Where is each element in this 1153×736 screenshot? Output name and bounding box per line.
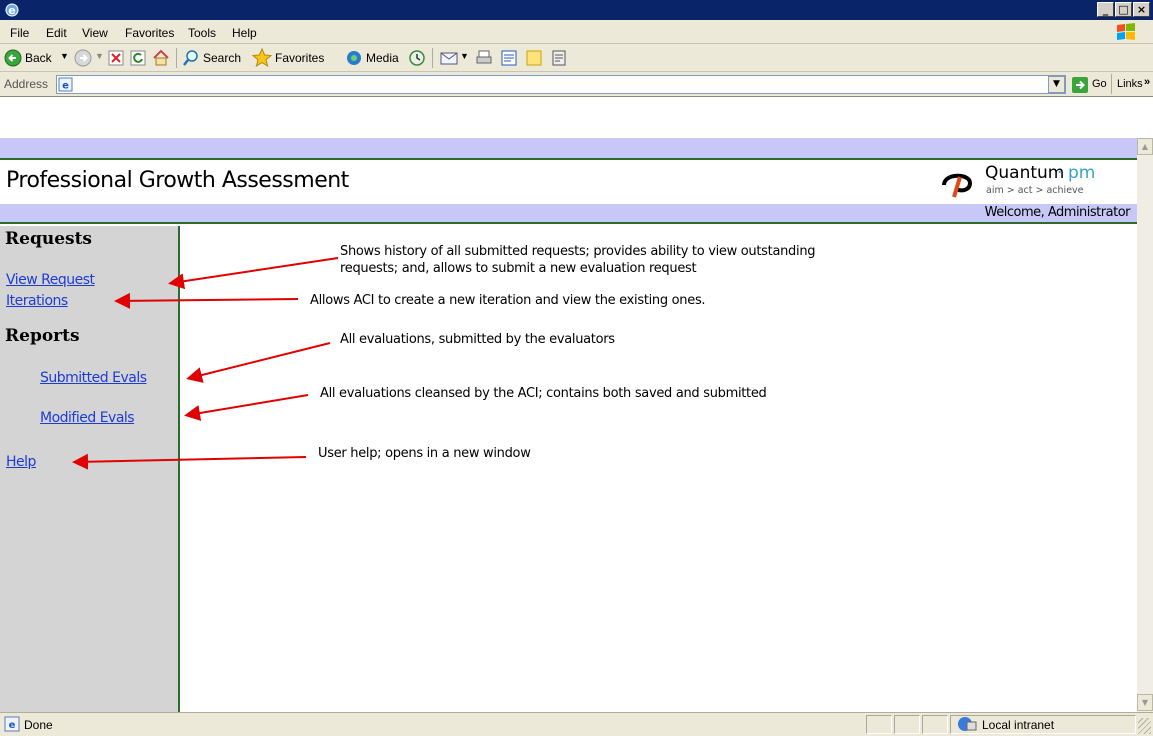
- annotation-iterations: Allows ACI to create a new iteration and…: [310, 293, 706, 308]
- print-icon[interactable]: [475, 49, 493, 67]
- home-icon[interactable]: [152, 49, 170, 67]
- annotation-help: User help; opens in a new window: [318, 446, 531, 461]
- back-dropdown-icon[interactable]: ▼: [60, 51, 69, 61]
- page-icon: e: [58, 77, 73, 92]
- history-icon[interactable]: [408, 49, 426, 67]
- nav-heading-requests: Requests: [5, 229, 93, 249]
- mail-icon[interactable]: [440, 50, 458, 66]
- address-input[interactable]: [56, 75, 1066, 94]
- logo-tagline: aim > act > achieve: [986, 185, 1084, 196]
- ie-icon: e: [5, 3, 19, 17]
- windows-logo-icon: [1117, 23, 1135, 40]
- menu-edit[interactable]: Edit: [46, 25, 67, 41]
- refresh-icon[interactable]: [130, 50, 146, 66]
- nav-link-view-request[interactable]: View Request: [6, 272, 95, 288]
- page-done-icon: e: [4, 716, 20, 732]
- menu-tools[interactable]: Tools: [188, 25, 216, 41]
- welcome-text: Welcome, Administrator: [984, 205, 1131, 220]
- toolbar-separator: [1111, 74, 1112, 94]
- nav-link-iterations[interactable]: Iterations: [6, 293, 68, 309]
- window-titlebar: [0, 0, 1153, 20]
- status-pane: [894, 715, 920, 734]
- status-text: Done: [24, 718, 53, 732]
- scroll-up-button[interactable]: ▲: [1137, 138, 1153, 155]
- vertical-scrollbar[interactable]: [1137, 138, 1153, 712]
- annotation-line: requests; and, allows to submit a new ev…: [340, 261, 697, 276]
- menu-help[interactable]: Help: [232, 25, 257, 41]
- svg-text:e: e: [8, 4, 15, 17]
- forward-dropdown-icon[interactable]: ▼: [95, 51, 104, 61]
- menu-favorites[interactable]: Favorites: [125, 25, 174, 41]
- quantum-logo-icon: [942, 173, 973, 198]
- messenger-icon[interactable]: [550, 48, 568, 68]
- address-dropdown-button[interactable]: ▼: [1048, 76, 1065, 93]
- scroll-down-button[interactable]: ▼: [1137, 694, 1153, 711]
- top-band: [0, 138, 1137, 160]
- nav-heading-reports: Reports: [5, 326, 80, 346]
- standard-toolbar: [0, 44, 1153, 72]
- annotation-modified: All evaluations cleansed by the ACI; con…: [320, 386, 767, 401]
- favorites-star-icon[interactable]: [252, 48, 272, 68]
- forward-arrow-icon[interactable]: [74, 49, 92, 67]
- links-chevron-icon[interactable]: »: [1144, 76, 1150, 88]
- links-label[interactable]: Links: [1117, 78, 1143, 90]
- viewport-gap: [0, 98, 1153, 138]
- annotation-view-request: Shows history of all submitted requests;…: [340, 243, 816, 277]
- welcome-band: [0, 204, 1137, 224]
- svg-text:e: e: [9, 720, 16, 731]
- annotation-submitted: All evaluations, submitted by the evalua…: [340, 332, 615, 347]
- go-button-label[interactable]: Go: [1092, 78, 1107, 90]
- search-icon[interactable]: [182, 49, 200, 67]
- mail-dropdown-icon[interactable]: ▼: [460, 51, 469, 61]
- favorites-button-label[interactable]: Favorites: [275, 51, 324, 65]
- security-zone-label: Local intranet: [982, 718, 1055, 732]
- menu-file[interactable]: File: [10, 25, 29, 41]
- edit-icon[interactable]: [500, 49, 518, 67]
- media-button-label[interactable]: Media: [366, 51, 399, 65]
- annotation-line: Shows history of all submitted requests;…: [340, 244, 816, 259]
- nav-link-help[interactable]: Help: [6, 454, 36, 470]
- media-icon[interactable]: [345, 49, 363, 67]
- toolbar-separator: [176, 48, 177, 68]
- close-button[interactable]: ×: [1133, 2, 1150, 17]
- logo-wordmark: Quantum: [985, 163, 1065, 183]
- status-pane: [866, 715, 892, 734]
- page-title: Professional Growth Assessment: [6, 168, 349, 193]
- status-pane: [922, 715, 948, 734]
- stop-icon[interactable]: [108, 50, 124, 66]
- back-button-label[interactable]: Back: [25, 51, 52, 65]
- menu-view[interactable]: View: [82, 25, 108, 41]
- nav-link-submitted-evals[interactable]: Submitted Evals: [40, 370, 147, 386]
- go-arrow-icon[interactable]: [1071, 76, 1089, 94]
- svg-text:e: e: [62, 81, 69, 92]
- search-button-label[interactable]: Search: [203, 51, 241, 65]
- discuss-icon[interactable]: [525, 49, 543, 67]
- back-arrow-icon[interactable]: [4, 49, 22, 67]
- toolbar-separator: [432, 48, 433, 68]
- maximize-button[interactable]: □: [1115, 2, 1132, 17]
- logo-dot: ·: [1057, 163, 1063, 183]
- resize-grip[interactable]: [1138, 718, 1151, 734]
- minimize-button[interactable]: _: [1097, 2, 1114, 17]
- logo-pm: pm: [1068, 163, 1096, 183]
- nav-link-modified-evals[interactable]: Modified Evals: [40, 410, 135, 426]
- address-label: Address: [4, 77, 49, 91]
- local-intranet-icon: [958, 717, 977, 731]
